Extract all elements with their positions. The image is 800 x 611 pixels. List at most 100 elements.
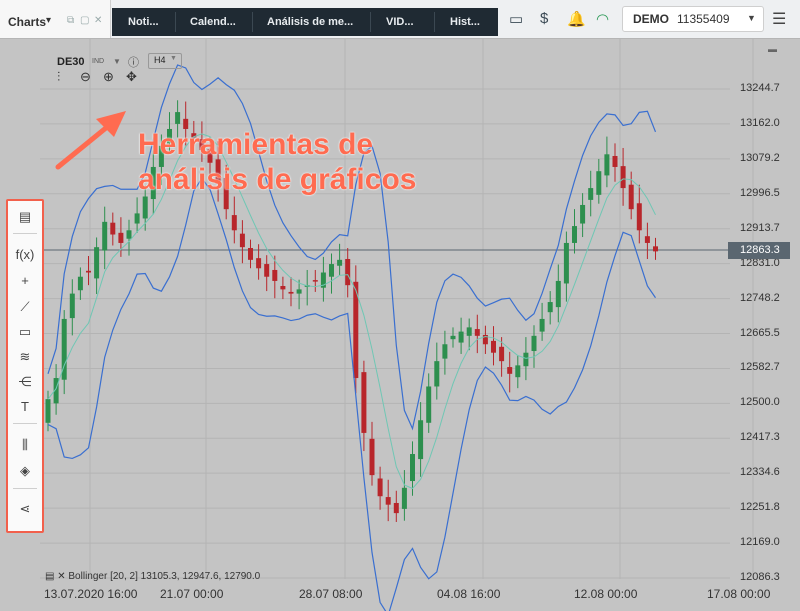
x-tick-label: 28.07 08:00 [299, 587, 363, 601]
indicators-icon[interactable]: ⫼ [10, 433, 40, 457]
chart-type-icon[interactable]: ▤ [10, 205, 40, 229]
bell-icon[interactable]: 🔔 [567, 10, 586, 28]
symbol-caret-icon[interactable]: ▼ [113, 57, 121, 66]
candle-body [596, 171, 602, 195]
candle-body [458, 331, 464, 343]
y-tick-label: 12913.7 [740, 221, 780, 234]
candle-body [450, 335, 456, 340]
candle-body [434, 361, 440, 387]
candle-body [580, 204, 586, 224]
panel-tabs: Noti... Calend... Análisis de me... VID.… [112, 8, 498, 36]
y-tick-label: 12996.5 [740, 186, 780, 199]
indicator-legend[interactable]: ▤ ✕ Bollinger [20, 2] 13105.3, 12947.6, … [45, 571, 260, 582]
account-selector[interactable]: DEMO 11355409 ▼ [622, 6, 764, 32]
x-tick-label: 21.07 00:00 [160, 587, 224, 601]
chart-canvas[interactable] [0, 39, 800, 611]
crosshair-icon[interactable]: + [10, 269, 40, 293]
connection-icon: ◠ [596, 11, 610, 28]
instrument-tag: IND [92, 58, 105, 65]
candle-body [296, 289, 302, 294]
text-icon[interactable]: T [10, 395, 40, 419]
tab-videos[interactable]: VID... [386, 16, 414, 28]
zoom-out-icon[interactable]: ⊖ [80, 69, 91, 85]
legend-icon[interactable]: ▤ ✕ [45, 571, 66, 582]
zoom-in-icon[interactable]: ⊕ [103, 69, 114, 85]
y-tick-label: 12748.2 [740, 291, 780, 304]
share-icon[interactable]: ⋖ [10, 497, 40, 521]
y-tick-label: 12334.6 [740, 466, 780, 479]
candle-body [531, 335, 537, 352]
candle-body [86, 270, 91, 273]
y-tick-label: 13244.7 [740, 82, 780, 94]
timeframe-selector[interactable]: H4 ▼ [148, 53, 182, 69]
move-icon[interactable]: ✥ [126, 69, 137, 85]
legend-text: Bollinger [20, 2] 13105.3, 12947.6, 1279… [68, 571, 261, 582]
candle-body [134, 213, 140, 224]
charts-caret-icon[interactable]: ▾ [46, 15, 51, 26]
maximize-icon[interactable]: ▢ [80, 15, 89, 26]
candle-body [418, 420, 424, 460]
candle-body [175, 112, 181, 124]
fibonacci-icon[interactable]: ≋ [10, 345, 40, 369]
candle-body [231, 215, 237, 231]
candle-body [345, 258, 351, 286]
tab-market-analysis[interactable]: Análisis de me... [267, 16, 353, 28]
candle-body [264, 264, 270, 277]
candle-body [644, 236, 650, 243]
account-mode: DEMO [633, 12, 669, 26]
annotation-callout: Herramientas de análisis de gráficos [138, 127, 416, 197]
menu-icon[interactable]: ☰ [772, 9, 786, 29]
detach-icon[interactable]: ⧉ [67, 15, 74, 26]
trade-dollar-icon[interactable]: $ [540, 10, 548, 27]
candle-body [69, 293, 75, 319]
candle-body [142, 196, 148, 219]
trend-line-icon[interactable]: ⟋ [10, 295, 40, 319]
candle-type-icon[interactable]: ⫶ [57, 69, 60, 85]
drawing-toolbar: ▤ f(x) + ⟋ ▭ ≋ ⋲ T ⫼ ◈ ⋖ [6, 199, 44, 533]
charts-tab[interactable]: Charts ▾ ⧉ ▢ ✕ [0, 0, 111, 38]
y-tick-label: 12086.3 [740, 571, 780, 583]
y-tick-label: 12251.8 [740, 501, 780, 514]
candle-body [555, 280, 561, 308]
tab-calendar[interactable]: Calend... [190, 16, 236, 28]
symbol-label[interactable]: DE30 [57, 56, 85, 68]
candle-body [393, 502, 399, 514]
candle-body [515, 365, 521, 378]
annotation-line-2: análisis de gráficos [138, 163, 417, 196]
tab-news[interactable]: Noti... [128, 16, 159, 28]
top-bar: Charts ▾ ⧉ ▢ ✕ Noti... Calend... Análisi… [0, 0, 800, 39]
candle-body [442, 344, 448, 359]
info-icon[interactable]: ⓘ [128, 54, 139, 70]
candle-body [499, 346, 505, 362]
candle-body [288, 291, 294, 294]
y-tick-label: 12417.3 [740, 431, 780, 444]
chart-area[interactable]: DE30 IND ▼ ⓘ H4 ▼ ⫶ ⊖ ⊕ ✥ ▬ ▤ f(x) + ⟋ ▭ … [0, 39, 800, 611]
close-icon[interactable]: ✕ [94, 15, 102, 26]
pitchfork-icon[interactable]: ⋲ [10, 370, 40, 394]
candle-body [426, 386, 432, 423]
y-tick-label: 12582.7 [740, 361, 780, 374]
rectangle-icon[interactable]: ▭ [10, 320, 40, 344]
candle-body [563, 242, 569, 284]
candle-body [110, 222, 116, 235]
y-tick-label: 13079.2 [740, 151, 780, 164]
charts-title[interactable]: Charts [8, 15, 46, 29]
timeframe-label: H4 [154, 55, 166, 65]
candle-body [588, 188, 594, 200]
x-tick-label: 13.07.2020 16:00 [44, 587, 138, 601]
x-tick-label: 04.08 16:00 [437, 587, 501, 601]
layers-icon[interactable]: ◈ [10, 459, 40, 483]
chevron-down-icon[interactable]: ▼ [747, 13, 756, 23]
tab-history[interactable]: Hist... [450, 16, 480, 28]
candle-body [45, 399, 51, 423]
layout-icon[interactable]: ▭ [509, 10, 523, 28]
candle-body [507, 367, 513, 374]
candle-body [612, 155, 618, 167]
x-tick-label: 12.08 00:00 [574, 587, 638, 601]
candle-body [126, 230, 132, 239]
function-icon[interactable]: f(x) [10, 243, 40, 267]
candle-body [620, 166, 626, 189]
candle-body [604, 154, 610, 176]
candle-body [280, 286, 286, 290]
chart-maximize-icon[interactable]: ▬ [768, 44, 777, 54]
